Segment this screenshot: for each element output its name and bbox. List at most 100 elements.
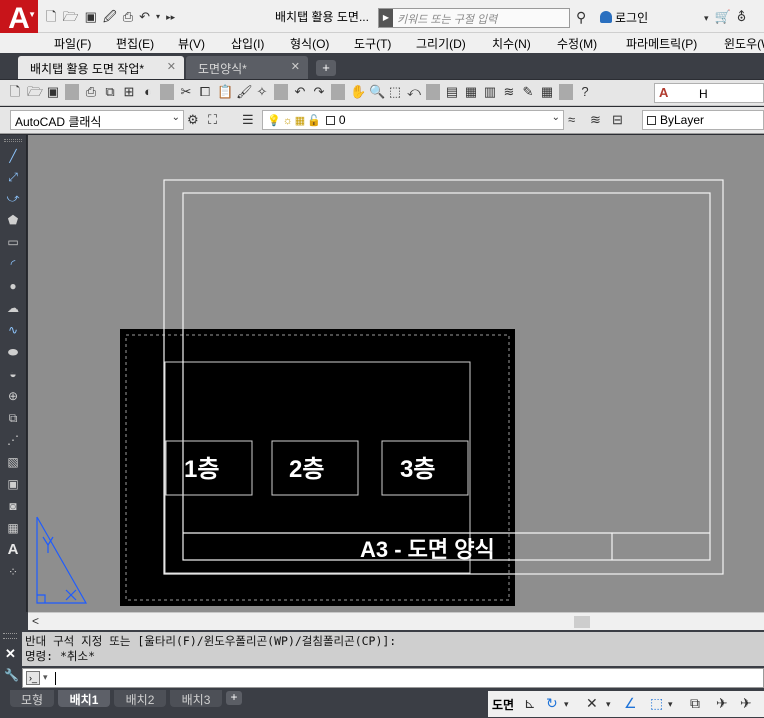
- wrench-icon[interactable]: 🔧: [4, 668, 19, 682]
- line-icon[interactable]: ╱: [4, 147, 22, 165]
- save-as-icon[interactable]: 🖉: [103, 9, 117, 25]
- calculator-icon[interactable]: ▦: [540, 84, 554, 100]
- command-window-grip[interactable]: [3, 633, 17, 639]
- color-control[interactable]: ByLayer: [642, 110, 764, 130]
- menu-tools[interactable]: 도구(T): [354, 35, 391, 52]
- zoom-previous-icon[interactable]: ⤺: [407, 84, 421, 100]
- login-dropdown-icon[interactable]: ▾: [704, 13, 715, 23]
- scroll-left-icon[interactable]: <: [32, 614, 39, 628]
- layout-tab-model[interactable]: 모형: [10, 690, 54, 707]
- sheet-set-icon[interactable]: ≋: [502, 84, 516, 100]
- search-box[interactable]: ▶ 키워드 또는 구절 입력: [378, 8, 570, 28]
- menu-parametric[interactable]: 파라메트릭(P): [626, 35, 697, 52]
- make-current-icon[interactable]: ≈: [568, 112, 575, 127]
- tool-palettes-icon[interactable]: ▥: [483, 84, 497, 100]
- text-style-control[interactable]: A H: [654, 83, 764, 103]
- ortho-dropdown-icon[interactable]: ▾: [564, 699, 569, 710]
- menu-modify[interactable]: 수정(M): [557, 35, 597, 52]
- object-snap-dropdown-icon[interactable]: ▾: [668, 699, 673, 710]
- zoom-realtime-icon[interactable]: 🔍: [369, 84, 385, 100]
- layout-tab-3[interactable]: 배치3: [170, 690, 222, 707]
- match-properties-icon[interactable]: 🖌: [236, 84, 253, 100]
- object-snap-tracking-icon[interactable]: ∠: [624, 695, 637, 712]
- ellipse-arc-icon[interactable]: ◒: [4, 365, 22, 383]
- close-icon[interactable]: ✕: [5, 646, 16, 662]
- grid-snap-icon[interactable]: ⊾: [524, 695, 536, 712]
- multiline-text-icon[interactable]: A: [4, 541, 22, 559]
- workspace-settings-icon[interactable]: ⚙: [187, 112, 199, 128]
- object-snap-icon[interactable]: ⬚: [650, 695, 663, 712]
- selection-cycling-icon[interactable]: ⧉: [690, 695, 700, 712]
- a360-icon[interactable]: ⛢: [737, 9, 753, 24]
- drawing-area[interactable]: 1층 2층 3층 A3 - 도면 양식: [28, 135, 764, 612]
- menu-edit[interactable]: 편집(E): [116, 35, 154, 52]
- new-tab-button[interactable]: +: [316, 60, 336, 76]
- gradient-icon[interactable]: ▣: [4, 475, 22, 493]
- block-editor-icon[interactable]: ✧: [255, 84, 269, 100]
- zoom-window-icon[interactable]: ⬚: [388, 84, 402, 100]
- scroll-thumb[interactable]: [574, 616, 590, 628]
- help-icon[interactable]: ?: [578, 84, 592, 100]
- horizontal-scrollbar[interactable]: <: [28, 612, 764, 630]
- close-tab-icon[interactable]: ✕: [167, 60, 176, 73]
- save-icon[interactable]: ▣: [85, 9, 97, 25]
- markup-icon[interactable]: ✎: [521, 84, 535, 100]
- rectangle-icon[interactable]: ▭: [4, 233, 22, 251]
- command-input[interactable]: ›_ ▾: [22, 668, 764, 688]
- print-icon[interactable]: ⎙: [123, 9, 133, 25]
- open-file-icon[interactable]: 🗁: [62, 9, 78, 25]
- region-icon[interactable]: ◙: [4, 497, 22, 515]
- layer-previous-icon[interactable]: ≋: [590, 112, 601, 128]
- cut-icon[interactable]: ✂: [179, 84, 193, 100]
- spline-icon[interactable]: ∿: [4, 321, 22, 339]
- circle-icon[interactable]: ●: [4, 277, 22, 295]
- layout-tab-1[interactable]: 배치1: [58, 690, 110, 707]
- menu-dimension[interactable]: 치수(N): [492, 35, 531, 52]
- workspace-dropdown[interactable]: AutoCAD 클래식 ⌄: [10, 110, 184, 130]
- design-center-icon[interactable]: ▦: [464, 84, 478, 100]
- plot-preview-icon[interactable]: ⧉: [103, 84, 117, 100]
- menu-window[interactable]: 윈도우(W): [724, 35, 764, 52]
- menu-view[interactable]: 뷰(V): [178, 35, 205, 52]
- new-icon[interactable]: 🗋: [8, 84, 22, 100]
- cart-icon[interactable]: 🛒: [715, 9, 737, 24]
- save-icon[interactable]: ▣: [46, 84, 60, 100]
- command-prompt-icon[interactable]: ›_: [26, 671, 40, 685]
- copy-icon[interactable]: ⧠: [198, 84, 212, 100]
- open-icon[interactable]: 🗁: [27, 84, 43, 100]
- hatch-icon[interactable]: ▧: [4, 453, 22, 471]
- publish-icon[interactable]: ⊞: [122, 84, 136, 100]
- menu-draw[interactable]: 그리기(D): [416, 35, 466, 52]
- layer-dropdown[interactable]: 💡 ☼ ▦ 🔓 0 ⌄: [262, 110, 564, 130]
- menu-insert[interactable]: 삽입(I): [231, 35, 264, 52]
- polar-tracking-icon[interactable]: ✕: [586, 695, 598, 712]
- arc-icon[interactable]: ◜: [4, 255, 22, 273]
- redo-icon[interactable]: ↷: [312, 84, 326, 100]
- ortho-icon[interactable]: ↻: [546, 695, 558, 712]
- paper-space-toggle[interactable]: 도면: [492, 696, 514, 713]
- annotation-scale-icon[interactable]: ✈: [740, 695, 752, 712]
- doc-tab-layout-work[interactable]: 배치탭 활용 도면 작업* ✕: [18, 56, 184, 79]
- undo-icon[interactable]: ↶: [293, 84, 307, 100]
- recent-commands-dropdown-icon[interactable]: ▾: [43, 672, 48, 683]
- undo-dropdown-icon[interactable]: ▾: [156, 9, 160, 25]
- new-file-icon[interactable]: 🗋: [46, 9, 56, 25]
- paste-icon[interactable]: 📋: [217, 84, 233, 100]
- menu-format[interactable]: 형식(O): [290, 35, 329, 52]
- search-input[interactable]: 키워드 또는 구절 입력: [397, 11, 497, 27]
- search-expand-icon[interactable]: ▶: [379, 9, 393, 27]
- revision-cloud-icon[interactable]: ☁: [4, 299, 22, 317]
- 3d-dwf-icon[interactable]: ◐: [141, 84, 155, 100]
- polar-dropdown-icon[interactable]: ▾: [606, 699, 611, 710]
- undo-icon[interactable]: ↶: [139, 9, 150, 25]
- make-block-icon[interactable]: ⧉: [4, 409, 22, 427]
- binoculars-search-icon[interactable]: ⚲: [576, 9, 586, 26]
- table-icon[interactable]: ▦: [4, 519, 22, 537]
- add-layout-button[interactable]: +: [226, 691, 242, 705]
- properties-icon[interactable]: ▤: [445, 84, 459, 100]
- plot-icon[interactable]: ⎙: [84, 84, 98, 100]
- polyline-icon[interactable]: ⤻: [4, 189, 22, 207]
- layer-properties-icon[interactable]: ☰: [242, 112, 254, 128]
- clean-screen-icon[interactable]: ⛶: [208, 112, 217, 128]
- polygon-icon[interactable]: ⬟: [4, 211, 22, 229]
